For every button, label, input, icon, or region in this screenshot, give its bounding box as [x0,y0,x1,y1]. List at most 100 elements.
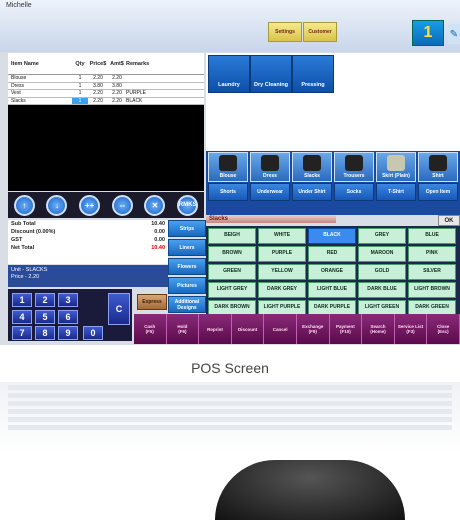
key-0[interactable]: 0 [83,326,103,340]
color-button[interactable]: GREY [358,228,406,244]
color-button[interactable]: LIGHT BLUE [308,282,356,298]
color-button[interactable]: DARK GREY [258,282,306,298]
close-icon[interactable]: ✕ [144,194,166,216]
cell-amt: 2.20 [112,97,122,104]
item-button-row2[interactable]: Under Shirt [292,183,332,201]
key-3[interactable]: 3 [58,293,78,307]
item-button-row2[interactable]: Shorts [208,183,248,201]
color-button[interactable]: BLACK [308,228,356,244]
settings-button[interactable]: Settings [268,22,302,42]
increment-button[interactable]: ++ [79,194,101,216]
function-key[interactable]: Cancel [264,314,297,344]
color-button[interactable]: DARK BLUE [358,282,406,298]
table-row[interactable]: Slacks 1 2.20 2.20 BLACK [8,97,204,105]
function-key-label: Discount [237,326,258,332]
remarks-button[interactable]: RMKS [177,194,199,216]
item-action-bar: ↑ ↓ ++ -- ✕ RMKS [8,192,204,218]
function-key[interactable]: Payment (F10) [330,314,363,344]
edit-icon[interactable]: ✎ [448,24,460,44]
color-button[interactable]: LIGHT BROWN [408,282,456,298]
color-button[interactable]: BROWN [208,246,256,262]
customer-button[interactable]: Customer [303,22,337,42]
function-key-shortcut: (F10) [339,329,351,334]
side-button-4[interactable]: Additional Designs [168,296,206,313]
totals-panel: Sub Total 10.40 Discount (0.00%) 0.00 GST 0… [8,220,168,264]
function-key-shortcut: (F6) [178,329,187,334]
ok-button[interactable]: OK [438,215,460,226]
gst-value: 0.00 [154,237,165,243]
key-8[interactable]: 8 [35,326,55,340]
cell-qty: 1 [78,75,82,82]
side-button-2[interactable]: Flowers [168,258,206,275]
reflection-line [8,401,452,406]
color-button[interactable]: GREEN [208,264,256,280]
table-row[interactable]: Vest 1 2.20 2.20 PURPLE [8,90,204,98]
color-button[interactable]: GOLD [358,264,406,280]
color-button[interactable]: ORANGE [308,264,356,280]
key-4[interactable]: 4 [12,310,32,324]
color-button[interactable]: PINK [408,246,456,262]
color-button[interactable]: BLUE [408,228,456,244]
express-button[interactable]: Express [137,294,167,310]
terminal-number: 1 [412,20,444,46]
color-button[interactable]: MAROON [358,246,406,262]
key-5[interactable]: 5 [35,310,55,324]
function-key-shortcut: (F3) [406,329,415,334]
function-key[interactable]: Service List (F3) [395,314,428,344]
side-button-0[interactable]: Strips [168,220,206,237]
order-grid: Item Name Qty Price$ Amt$ Remarks Blouse… [8,53,204,191]
function-key[interactable]: Search (Home) [362,314,395,344]
item-button-row2[interactable]: Open Item [418,183,458,201]
trousers-icon [345,155,363,171]
key-1[interactable]: 1 [12,293,32,307]
side-button-1[interactable]: Liners [168,239,206,256]
category-1[interactable]: Dry Cleaning [250,55,292,93]
key-7[interactable]: 7 [12,326,32,340]
color-button[interactable]: YELLOW [258,264,306,280]
title-bar: Michelle Settings Customer 1 ✎ [0,0,460,52]
category-2[interactable]: Pressing [292,55,334,93]
key-2[interactable]: 2 [35,293,55,307]
item-button-row2[interactable]: Underwear [250,183,290,201]
numeric-keypad: 123 456 7890C [8,289,132,341]
item-button[interactable]: Skirt (Plain) [376,152,416,182]
table-row[interactable]: Blouse 1 2.20 2.20 [8,75,204,83]
function-bar: Cash (F5) Hold (F6) Reprint Discount Cancel Exc… [134,314,460,344]
cell-qty: 1 [78,90,82,97]
table-row[interactable]: Dress 1 3.80 3.80 [8,82,204,90]
item-area: Blouse Dress Slacks Trousers Skirt (Plain) Sh… [206,151,460,215]
item-button[interactable]: Shirt [418,152,458,182]
item-button-row2[interactable]: Socks [334,183,374,201]
color-button[interactable]: PURPLE [258,246,306,262]
function-key[interactable]: Cash (F5) [134,314,167,344]
item-button[interactable]: Blouse [208,152,248,182]
item-button-row2[interactable]: T-Shirt [376,183,416,201]
function-key[interactable]: Close (Esc) [427,314,460,344]
item-label: Slacks [304,173,320,179]
color-button[interactable]: RED [308,246,356,262]
key-6[interactable]: 6 [58,310,78,324]
down-icon[interactable]: ↓ [46,194,68,216]
function-key[interactable]: Reprint [199,314,232,344]
color-button[interactable]: BEIGH [208,228,256,244]
item-button[interactable]: Slacks [292,152,332,182]
category-0[interactable]: Laundry [208,55,250,93]
decrement-button[interactable]: -- [111,194,133,216]
function-key[interactable]: Discount [232,314,265,344]
slacks-icon [303,155,321,171]
color-button[interactable]: SILVER [408,264,456,280]
gst-row: GST 0.00 [8,236,168,244]
cell-qty: 1 [78,82,82,89]
side-buttons: Strips Liners Flowers Pictures Additional De… [168,220,206,315]
item-button[interactable]: Dress [250,152,290,182]
up-icon[interactable]: ↑ [13,194,35,216]
color-button[interactable]: LIGHT GREY [208,282,256,298]
function-key[interactable]: Exchange (F9) [297,314,330,344]
function-key[interactable]: Hold (F6) [167,314,200,344]
clear-key[interactable]: C [108,293,130,325]
item-button[interactable]: Trousers [334,152,374,182]
caption: POS Screen [191,360,269,376]
color-button[interactable]: WHITE [258,228,306,244]
side-button-3[interactable]: Pictures [168,277,206,294]
key-9[interactable]: 9 [58,326,78,340]
